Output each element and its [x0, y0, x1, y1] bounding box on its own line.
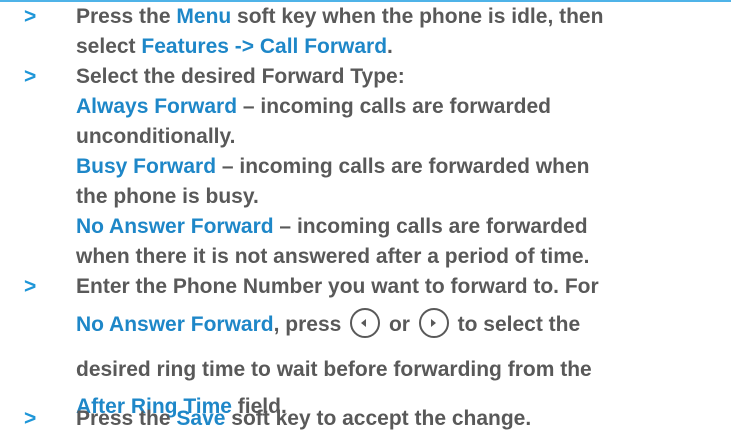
option-always-line-2: unconditionally.	[76, 125, 236, 148]
bullet: >	[24, 5, 37, 28]
option-busy-line-2: the phone is busy.	[76, 185, 259, 208]
option-busy-forward: Busy Forward	[76, 155, 217, 178]
option-no-answer-line-2: when there it is not answered after a pe…	[76, 245, 590, 268]
step-4-text: Press the Save soft key to accept the ch…	[76, 404, 726, 434]
step-1-text: Press the Menu soft key when the phone i…	[76, 2, 726, 62]
step-3-line-1: Enter the Phone Number you want to forwa…	[76, 275, 599, 298]
left-arrow-button-icon	[350, 308, 381, 339]
step-2-text: Select the desired Forward Type: Always …	[76, 62, 726, 272]
forward-type-intro: Select the desired Forward Type:	[76, 65, 405, 88]
option-busy-line-1: Busy Forward – incoming calls are forwar…	[76, 155, 590, 178]
instruction-page: > Press the Menu soft key when the phone…	[0, 0, 731, 435]
bullet: >	[24, 65, 37, 88]
bullet: >	[24, 275, 37, 298]
step-3-line-3: desired ring time to wait before forward…	[76, 358, 592, 381]
option-always-line-1: Always Forward – incoming calls are forw…	[76, 95, 551, 118]
bullet: >	[24, 407, 37, 430]
step-1-line-2: select Features -> Call Forward.	[76, 35, 393, 58]
save-key-label: Save	[176, 407, 226, 430]
step-1-line-1: Press the Menu soft key when the phone i…	[76, 5, 604, 28]
menu-key-label: Menu	[176, 5, 232, 28]
option-no-answer-forward: No Answer Forward	[76, 215, 274, 238]
right-arrow-button-icon	[418, 308, 449, 339]
option-no-answer-line-1: No Answer Forward – incoming calls are f…	[76, 215, 588, 238]
step-3-line-2: No Answer Forward, press or to select th…	[76, 302, 726, 347]
step-4-line-1: Press the Save soft key to accept the ch…	[76, 407, 532, 430]
option-always-forward: Always Forward	[76, 95, 238, 118]
menu-path-label: Features -> Call Forward	[141, 35, 388, 58]
step-3-text: Enter the Phone Number you want to forwa…	[76, 272, 726, 422]
no-answer-forward-label: No Answer Forward	[76, 313, 274, 336]
